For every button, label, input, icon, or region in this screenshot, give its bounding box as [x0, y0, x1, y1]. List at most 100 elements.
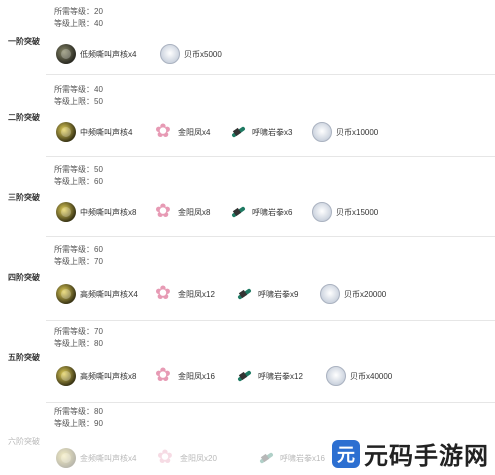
material-text: 低频嘶叫声核x4 [80, 49, 137, 59]
material-item: 贝币x5000 [160, 44, 222, 64]
req-level-value: 40 [94, 85, 103, 94]
tier-label: 三阶突破 [8, 193, 40, 202]
cap-level-label: 等级上限： [54, 257, 94, 266]
material-item: 贝币x40000 [326, 366, 392, 386]
claw-icon [234, 366, 254, 386]
core-icon [56, 284, 76, 304]
material-item: 金阳凤x12 [154, 282, 215, 304]
tier-label: 一阶突破 [8, 37, 40, 46]
material-text: 呼啸岩拳x9 [258, 289, 299, 299]
material-text: 中频嘶叫声核4 [80, 127, 133, 137]
claw-icon [256, 448, 276, 468]
divider [46, 156, 495, 157]
cap-level-label: 等级上限： [54, 19, 94, 28]
material-text: 中频嘶叫声核x8 [80, 207, 137, 217]
cap-level-label: 等级上限： [54, 339, 94, 348]
coin-icon [320, 284, 340, 304]
cap-level-label: 等级上限： [54, 419, 94, 428]
claw-icon [234, 284, 254, 304]
divider [46, 320, 495, 321]
watermark-logo-icon: 元 [332, 439, 360, 468]
material-item: 低频嘶叫声核x4 [56, 44, 136, 64]
cap-level-value: 60 [94, 177, 103, 186]
material-item: 贝币x10000 [312, 122, 378, 142]
cap-level-label: 等级上限： [54, 177, 94, 186]
req-level-label: 所需等级： [54, 85, 94, 94]
coin-icon [312, 122, 332, 142]
tier-requirements: 所需等级：70 等级上限：80 [54, 326, 103, 350]
material-item: 高频嘶叫声核x8 [56, 366, 136, 386]
req-level-label: 所需等级： [54, 245, 94, 254]
req-level-value: 70 [94, 327, 103, 336]
coin-icon [160, 44, 180, 64]
coin-icon [312, 202, 332, 222]
material-text: 金频嘶叫声核x4 [80, 453, 137, 463]
tier-requirements: 所需等级：60 等级上限：70 [54, 244, 103, 268]
flower-icon [156, 446, 176, 468]
cap-level-value: 90 [94, 419, 103, 428]
material-item: 金阳凤x8 [154, 200, 211, 222]
flower-icon [154, 120, 174, 142]
material-item: 高频嘶叫声核X4 [56, 284, 138, 304]
material-text: 贝币x5000 [184, 49, 222, 59]
core-icon [56, 202, 76, 222]
material-text: 呼啸岩拳x16 [280, 453, 325, 463]
tier-label: 五阶突破 [8, 353, 40, 362]
tier-requirements: 所需等级：20 等级上限：40 [54, 6, 103, 30]
tier-requirements: 所需等级：50 等级上限：60 [54, 164, 103, 188]
core-icon [56, 44, 76, 64]
flower-icon [154, 364, 174, 386]
tier-label: 六阶突破 [8, 437, 40, 446]
req-level-label: 所需等级： [54, 407, 94, 416]
material-item: 呼啸岩拳x12 [234, 366, 303, 386]
material-text: 呼啸岩拳x3 [252, 127, 293, 137]
claw-icon [228, 122, 248, 142]
material-item: 呼啸岩拳x3 [228, 122, 292, 142]
cap-level-label: 等级上限： [54, 97, 94, 106]
material-item: 金阳凤x20 [156, 446, 217, 468]
tier-requirements: 所需等级：80 等级上限：90 [54, 406, 103, 430]
req-level-label: 所需等级： [54, 165, 94, 174]
core-icon [56, 448, 76, 468]
material-text: 高频嘶叫声核x8 [80, 371, 137, 381]
watermark-text: 元码手游网 [364, 443, 489, 470]
material-text: 金阳凤x16 [178, 371, 215, 381]
req-level-value: 80 [94, 407, 103, 416]
material-item: 呼啸岩拳x6 [228, 202, 292, 222]
core-icon [56, 122, 76, 142]
divider [46, 236, 495, 237]
site-watermark: 元 元码手游网 [332, 436, 489, 471]
tier-label: 四阶突破 [8, 273, 40, 282]
material-text: 贝币x10000 [336, 127, 379, 137]
material-item: 呼啸岩拳x9 [234, 284, 298, 304]
material-item: 贝币x15000 [312, 202, 378, 222]
material-item: 金阳凤x4 [154, 120, 211, 142]
material-text: 贝币x40000 [350, 371, 393, 381]
cap-level-value: 50 [94, 97, 103, 106]
material-item: 中频嘶叫声核4 [56, 122, 132, 142]
material-text: 金阳凤x4 [178, 127, 211, 137]
material-text: 金阳凤x8 [178, 207, 211, 217]
material-item: 中频嘶叫声核x8 [56, 202, 136, 222]
material-text: 呼啸岩拳x6 [252, 207, 293, 217]
divider [46, 74, 495, 75]
tier-requirements: 所需等级：40 等级上限：50 [54, 84, 103, 108]
req-level-value: 20 [94, 7, 103, 16]
material-text: 金阳凤x12 [178, 289, 215, 299]
material-item: 贝币x20000 [320, 284, 386, 304]
req-level-value: 60 [94, 245, 103, 254]
flower-icon [154, 282, 174, 304]
cap-level-value: 40 [94, 19, 103, 28]
core-icon [56, 366, 76, 386]
material-text: 贝币x15000 [336, 207, 379, 217]
material-item: 金阳凤x16 [154, 364, 215, 386]
cap-level-value: 70 [94, 257, 103, 266]
material-text: 高频嘶叫声核X4 [80, 289, 138, 299]
divider [46, 402, 495, 403]
material-item: 呼啸岩拳x16 [256, 448, 325, 468]
material-text: 呼啸岩拳x12 [258, 371, 303, 381]
claw-icon [228, 202, 248, 222]
material-text: 金阳凤x20 [180, 453, 217, 463]
req-level-label: 所需等级： [54, 327, 94, 336]
flower-icon [154, 200, 174, 222]
